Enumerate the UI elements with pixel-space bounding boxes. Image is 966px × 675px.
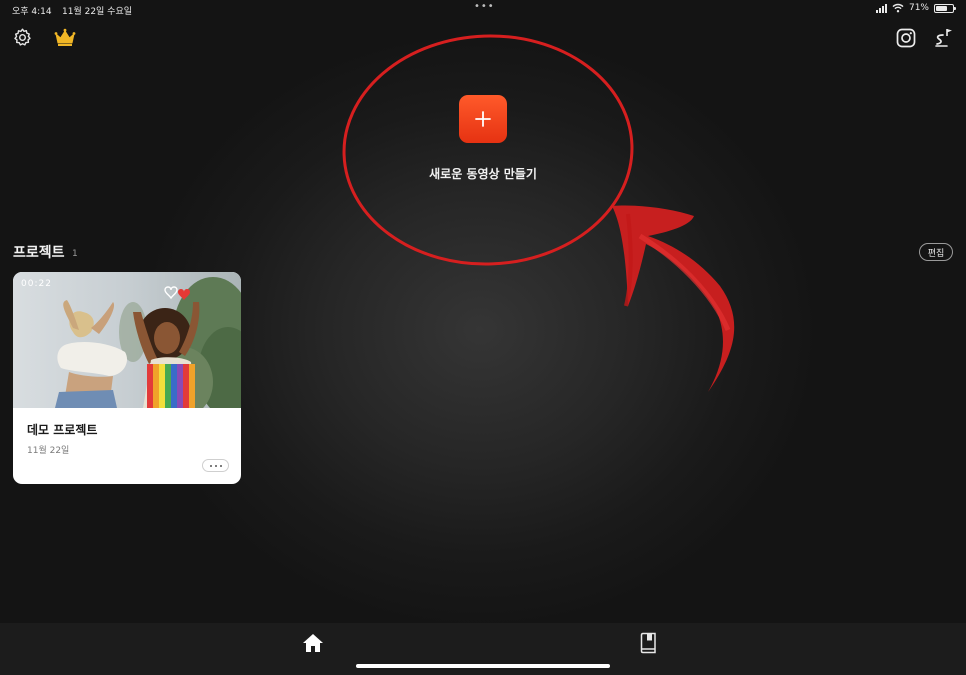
more-dot [219,464,222,467]
music-icon [935,29,952,47]
app-screen: 오후 4:14 11월 22일 수요일 ••• 71% 새로운 동영상 만들기 … [0,0,966,675]
project-card[interactable]: 00:22 데모 프로젝트 11월 22일 [13,272,241,484]
project-date: 11월 22일 [27,446,70,456]
annotation-circle [342,34,634,266]
settings-button[interactable] [11,26,33,48]
plus-icon [475,111,491,127]
battery-percent: 71% [908,3,929,13]
new-video-button[interactable] [459,95,507,143]
edit-button[interactable]: 편집 [919,243,953,261]
battery-level [936,5,947,11]
wifi-icon [892,3,904,13]
projects-count: 1 [72,249,78,259]
status-bar: 오후 4:14 11월 22일 수요일 ••• 71% [0,0,966,20]
signal-icon [875,3,887,13]
projects-title: 프로젝트 [13,245,65,261]
more-dot [214,464,217,467]
more-dot [209,464,212,467]
multitasking-dots-icon[interactable]: ••• [474,1,495,12]
more-options-button[interactable] [202,459,229,472]
premium-button[interactable] [53,27,77,47]
tab-home[interactable] [301,631,325,655]
battery-icon [934,3,956,13]
gear-icon [13,27,31,46]
instagram-button[interactable] [895,27,917,49]
project-thumbnail: 00:22 [13,272,241,408]
music-button[interactable] [932,25,956,49]
home-icon [303,634,323,652]
status-right: 71% [875,3,956,13]
tab-library[interactable] [637,631,661,655]
project-duration: 00:22 [21,279,52,289]
project-title: 데모 프로젝트 [27,423,98,437]
new-video-label[interactable]: 새로운 동영상 만들기 [383,165,583,182]
home-indicator[interactable] [356,664,610,668]
instagram-icon [896,28,916,48]
status-date: 11월 22일 수요일 [62,7,133,17]
thumbnail-image [13,272,241,408]
book-icon [640,632,656,654]
status-time: 오후 4:14 [12,7,52,17]
annotation-arrow [612,205,735,392]
crown-icon [54,28,76,46]
